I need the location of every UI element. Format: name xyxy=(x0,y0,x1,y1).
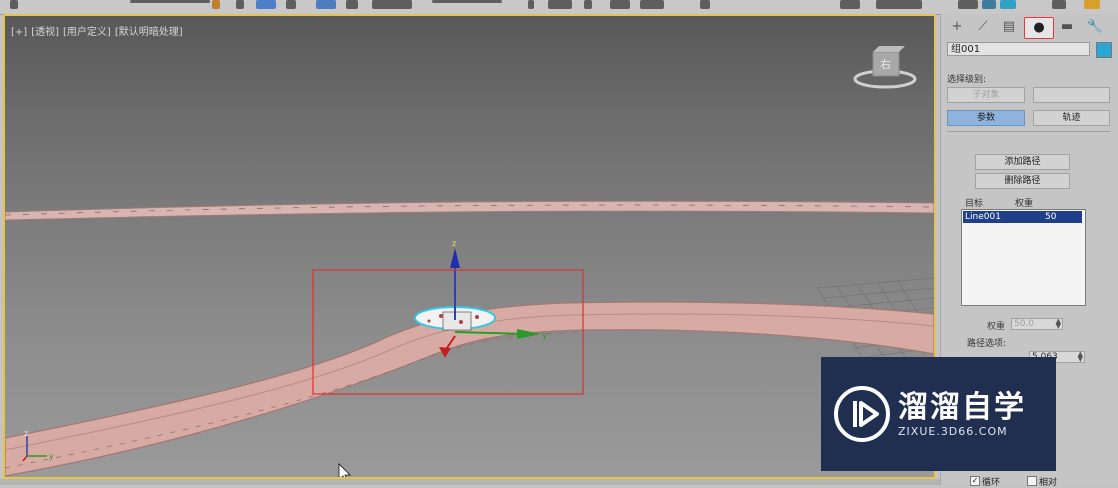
far-road xyxy=(5,200,934,221)
layer-manager-icon[interactable] xyxy=(958,0,978,9)
trajectories-button[interactable]: 轨迹 xyxy=(1033,110,1110,126)
time-slider-strip xyxy=(0,479,940,485)
snap-toggle-icon[interactable] xyxy=(584,0,592,9)
motion-icon[interactable]: ● xyxy=(1024,17,1054,39)
path-options-label: 路径选项: xyxy=(967,339,1007,349)
rect-selection-icon[interactable] xyxy=(256,0,276,9)
mirror-icon[interactable] xyxy=(840,0,860,9)
relative-label: 相对 xyxy=(1039,478,1058,488)
weight-column-header: 权重 xyxy=(1015,199,1034,209)
utilities-icon[interactable]: 🔧 xyxy=(1083,17,1107,37)
sub-object-dropdown[interactable] xyxy=(1033,87,1110,103)
weight-spinner[interactable]: 50.0 ▲ ▼ xyxy=(1011,318,1063,330)
viewport-shading-label[interactable]: [默认明暗处理] xyxy=(115,27,183,38)
hierarchy-icon[interactable]: ▤ xyxy=(997,17,1021,37)
list-item[interactable]: Line001 50 xyxy=(963,211,1082,223)
window-crossing-icon[interactable] xyxy=(286,0,296,9)
viewport-menu-plus[interactable]: [+] xyxy=(11,27,27,38)
rotate-icon[interactable] xyxy=(346,0,358,9)
angle-snap-icon[interactable] xyxy=(610,0,630,9)
play-logo-icon xyxy=(834,386,890,442)
path-target-list[interactable]: Line001 50 xyxy=(961,209,1086,306)
delete-path-button[interactable]: 删除路径 xyxy=(975,173,1070,189)
selection-filter-dropdown[interactable] xyxy=(130,0,210,3)
perspective-viewport[interactable]: z y z y 右 [+] [透视] [用户定义] [默认明暗处理] xyxy=(3,14,936,479)
weight-value: 50.0 xyxy=(1014,319,1035,329)
viewcube-icon: 右 xyxy=(853,46,917,89)
select-by-name-icon[interactable] xyxy=(236,0,244,9)
material-editor-icon[interactable] xyxy=(1052,0,1066,9)
pivot-icon[interactable] xyxy=(528,0,534,9)
watermark-text: 溜溜自学 xyxy=(898,390,1026,425)
undo-icon[interactable] xyxy=(10,0,18,9)
selection-level-label: 选择级别: xyxy=(947,75,987,85)
mouse-cursor-icon xyxy=(338,463,351,477)
watermark-logo: 溜溜自学 ZIXUE.3D66.COM xyxy=(821,357,1056,471)
panel-divider xyxy=(947,131,1110,132)
weight-label: 权重 xyxy=(987,322,1006,332)
move-icon[interactable] xyxy=(316,0,336,9)
modify-icon[interactable]: ⟋ xyxy=(971,17,995,37)
sub-object-button[interactable]: 子对象 xyxy=(947,87,1025,103)
viewcube-face-label: 右 xyxy=(880,57,891,71)
display-icon[interactable]: ▬ xyxy=(1055,17,1079,37)
create-icon[interactable]: + xyxy=(945,17,969,37)
spinner-arrows-icon[interactable]: ▲ ▼ xyxy=(1078,351,1083,363)
scale-icon[interactable] xyxy=(372,0,412,9)
rollout-header-partial xyxy=(959,137,1019,143)
right-toolbar xyxy=(940,0,1118,15)
object-name-field[interactable]: 组001 xyxy=(947,42,1090,56)
path-weight: 50 xyxy=(1045,212,1057,222)
spinner-arrows-icon[interactable]: ▲ ▼ xyxy=(1056,318,1061,330)
target-column-header: 目标 xyxy=(965,199,984,209)
viewport-scene: z y z y 右 xyxy=(5,46,934,477)
viewport-label[interactable]: [+] [透视] [用户定义] [默认明暗处理] xyxy=(11,23,187,38)
align-icon[interactable] xyxy=(876,0,922,9)
gizmo-y-label: y xyxy=(542,331,548,341)
spinner-snap-icon[interactable] xyxy=(700,0,710,9)
select-manipulate-icon[interactable] xyxy=(548,0,572,9)
add-path-button[interactable]: 添加路径 xyxy=(975,154,1070,170)
viewport-custom-label[interactable]: [用户定义] xyxy=(63,27,111,38)
watermark-url: ZIXUE.3D66.COM xyxy=(898,425,1008,438)
curve-editor-icon[interactable] xyxy=(1000,0,1016,9)
gizmo-z-label: z xyxy=(452,239,456,248)
viewport-view-label[interactable]: [透视] xyxy=(31,27,59,38)
reference-coordinate-dropdown[interactable] xyxy=(432,0,502,3)
main-toolbar xyxy=(0,0,940,15)
ribbon-icon[interactable] xyxy=(982,0,996,9)
select-icon[interactable] xyxy=(212,0,220,9)
parameters-button[interactable]: 参数 xyxy=(947,110,1025,126)
render-icon[interactable] xyxy=(1084,0,1100,9)
path-name: Line001 xyxy=(965,212,1001,222)
object-color-swatch[interactable] xyxy=(1096,42,1112,58)
percent-snap-icon[interactable] xyxy=(640,0,664,9)
tripod-y-label: y xyxy=(49,452,54,461)
command-panel-tabs: + ⟋ ▤ ● ▬ 🔧 xyxy=(941,14,1118,39)
loop-label: 循环 xyxy=(982,478,1001,488)
tripod-z-label: z xyxy=(24,429,28,438)
